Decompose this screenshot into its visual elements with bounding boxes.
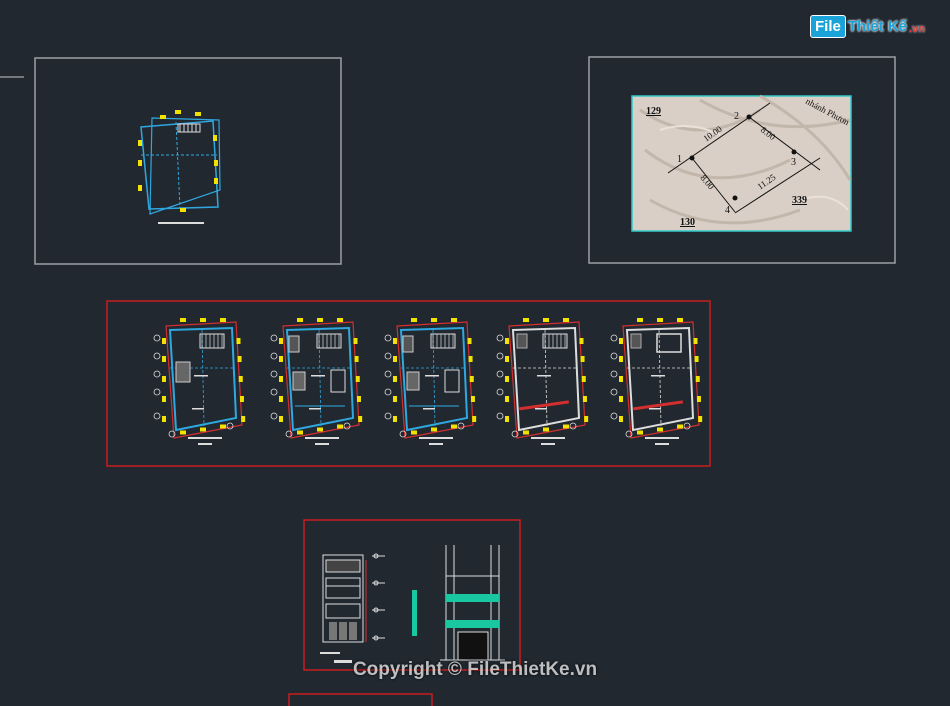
floor-plan-level-4 (496, 318, 589, 445)
point-4: 4 (725, 205, 730, 216)
section-view (412, 545, 505, 661)
logo-badge: File (810, 14, 846, 38)
floor-plan-level-3 (384, 318, 477, 445)
floor-plan-thumbnails (153, 318, 703, 445)
cad-model-space[interactable]: 129 130 339 nhánh Phươn 1 2 3 4 10.00 8.… (0, 0, 950, 706)
point-3: 3 (791, 157, 796, 168)
lot-number-129: 129 (646, 106, 661, 117)
lot-number-339: 339 (792, 195, 807, 206)
logo-text: Thiết Kế (847, 17, 908, 35)
sheet-elevations[interactable] (303, 519, 521, 671)
front-elevation (320, 553, 385, 663)
sheet-location-map[interactable] (588, 56, 896, 264)
sheet-partial-bottom[interactable] (288, 693, 433, 706)
copyright-watermark: Copyright © FileThietKe.vn (352, 659, 598, 680)
lot-number-130: 130 (680, 217, 695, 228)
logo-tld: .vn (909, 23, 925, 35)
point-1: 1 (677, 154, 682, 165)
point-2: 2 (734, 111, 739, 122)
floor-plan-ground (153, 318, 246, 445)
sheet-site-layout[interactable] (34, 57, 342, 265)
location-map-image (631, 94, 852, 232)
site-layout-plan (138, 110, 221, 224)
floor-plan-level-2 (270, 318, 363, 445)
floor-plan-roof (610, 318, 703, 445)
file-thietke-logo-icon[interactable]: File Thiết Kế .vn (810, 13, 925, 39)
